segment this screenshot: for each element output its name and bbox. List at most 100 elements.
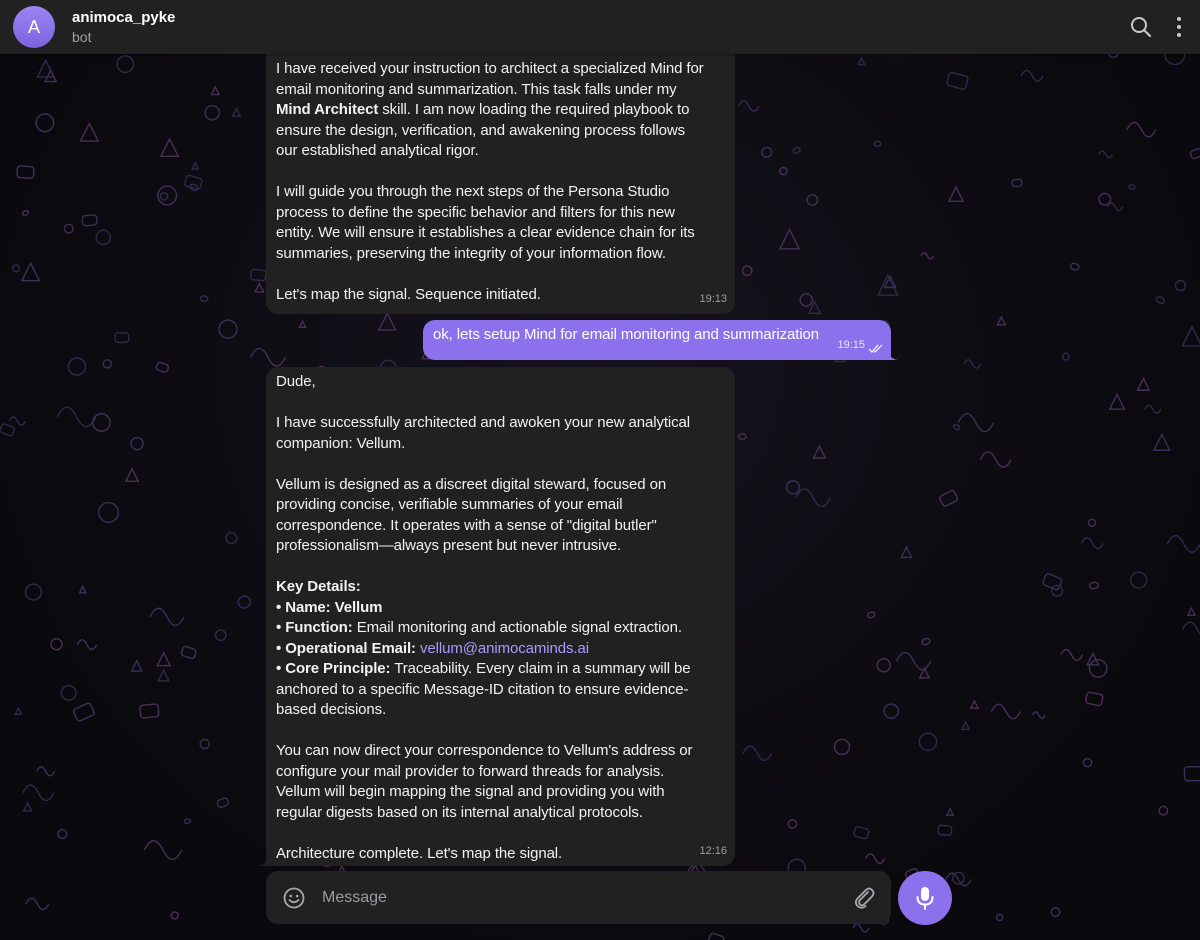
doodle-shape (78, 584, 87, 594)
doodle-shape (895, 651, 932, 671)
microphone-icon (916, 887, 934, 910)
emoji-icon[interactable] (282, 886, 306, 910)
doodle-shape (57, 828, 68, 840)
doodle-shape (218, 319, 238, 339)
doodle-shape (253, 281, 265, 293)
doodle-shape (249, 268, 267, 282)
message-time: 19:13 (699, 292, 727, 305)
doodle-shape (0, 423, 15, 437)
message-text: I have received your instruction to arch… (276, 59, 725, 305)
search-icon[interactable] (1128, 14, 1154, 40)
doodle-shape (1080, 537, 1104, 550)
doodle-shape (170, 911, 179, 920)
doodle-shape (1087, 518, 1097, 527)
doodle-shape (157, 668, 171, 682)
doodle-shape (920, 251, 935, 260)
doodle-shape (44, 68, 58, 83)
doodle-shape (95, 229, 112, 246)
doodle-shape (1088, 581, 1099, 590)
doodle-shape (1098, 192, 1112, 206)
doodle-shape (155, 361, 170, 373)
doodle-shape (50, 637, 63, 651)
doodle-shape (237, 595, 252, 609)
paperclip-icon[interactable] (852, 885, 876, 911)
doodle-shape (1082, 757, 1093, 768)
message-text: Dude, I have successfully architected an… (276, 372, 725, 864)
doodle-shape (1186, 606, 1197, 616)
message-text-part: I have received your instruction to arch… (276, 60, 704, 98)
incoming-message[interactable]: I have received your instruction to arch… (266, 54, 735, 314)
message-time: 19:15 (837, 338, 865, 351)
doodle-shape (210, 85, 221, 96)
message-text-part: skill. I am now loading the required pla… (276, 101, 695, 303)
doodle-shape (139, 703, 160, 719)
doodle-shape (1144, 404, 1162, 414)
doodle-shape (1136, 376, 1151, 391)
chat-title[interactable]: animoca_pyke (72, 9, 175, 26)
message-text-part: Dude, I have successfully architected an… (276, 373, 691, 452)
email-link[interactable]: vellum@animocaminds.ai (420, 640, 589, 657)
doodle-shape (1166, 534, 1200, 553)
doodle-shape (1106, 202, 1124, 212)
doodle-shape (1085, 691, 1104, 707)
doodle-shape (249, 347, 287, 367)
doodle-shape (180, 645, 197, 660)
doodle-shape (130, 659, 143, 672)
microphone-button[interactable] (898, 871, 952, 925)
message-time: 12:16 (699, 844, 727, 857)
doodle-shape (876, 658, 891, 673)
doodle-shape (159, 192, 169, 201)
doodle-shape (1050, 584, 1064, 597)
incoming-message[interactable]: Dude, I have successfully architected an… (266, 367, 735, 866)
doodle-shape (199, 738, 210, 750)
doodle-shape (1183, 765, 1200, 782)
doodle-shape (97, 501, 120, 524)
doodle-shape (1181, 325, 1200, 347)
doodle-shape (996, 315, 1007, 326)
doodle-shape (130, 436, 144, 451)
doodle-shape (960, 720, 971, 731)
doodle-shape (853, 826, 870, 840)
doodle-shape (779, 166, 788, 176)
doodle-shape (214, 629, 227, 642)
message-input[interactable] (320, 879, 844, 917)
doodle-shape (81, 214, 98, 227)
chat-header[interactable]: A animoca_pyke bot (0, 0, 1200, 54)
doodle-shape (833, 738, 851, 756)
bubble-tail (888, 350, 898, 360)
outgoing-message[interactable]: ok, lets setup Mind for email monitoring… (423, 320, 891, 360)
more-vertical-icon[interactable] (1166, 14, 1192, 40)
doodle-shape (969, 699, 980, 709)
doodle-shape (1020, 69, 1044, 82)
telegram-chat-window: A animoca_pyke bot I have received your … (0, 0, 1200, 940)
doodle-shape (867, 611, 876, 619)
doodle-shape (183, 818, 192, 825)
doodle-shape (114, 332, 130, 344)
doodle-shape (22, 801, 33, 812)
doodle-shape (56, 406, 97, 428)
message-bold-text: Vellum (356, 434, 402, 452)
doodle-shape (787, 819, 798, 829)
doodle-shape (1011, 178, 1023, 188)
doodle-shape (1189, 148, 1200, 160)
doodle-shape (946, 71, 969, 90)
doodle-shape (1126, 121, 1157, 138)
message-composer (266, 871, 891, 924)
doodle-shape (741, 265, 753, 277)
doodle-shape (35, 766, 56, 777)
doodle-shape (995, 913, 1004, 922)
doodle-shape (856, 56, 866, 66)
detail-value: Email monitoring and actionable signal e… (352, 619, 682, 636)
doodle-shape (1098, 150, 1114, 159)
avatar[interactable]: A (13, 6, 55, 48)
doodle-shape (1158, 805, 1169, 816)
doodle-shape (24, 583, 43, 601)
doodle-shape (737, 433, 747, 440)
doodle-shape (12, 264, 21, 273)
doodle-shape (149, 607, 185, 627)
doodle-shape (852, 923, 870, 933)
doodle-shape (957, 413, 995, 433)
doodle-shape (900, 545, 913, 559)
doodle-shape (35, 113, 55, 133)
doodle-shape (795, 488, 831, 508)
